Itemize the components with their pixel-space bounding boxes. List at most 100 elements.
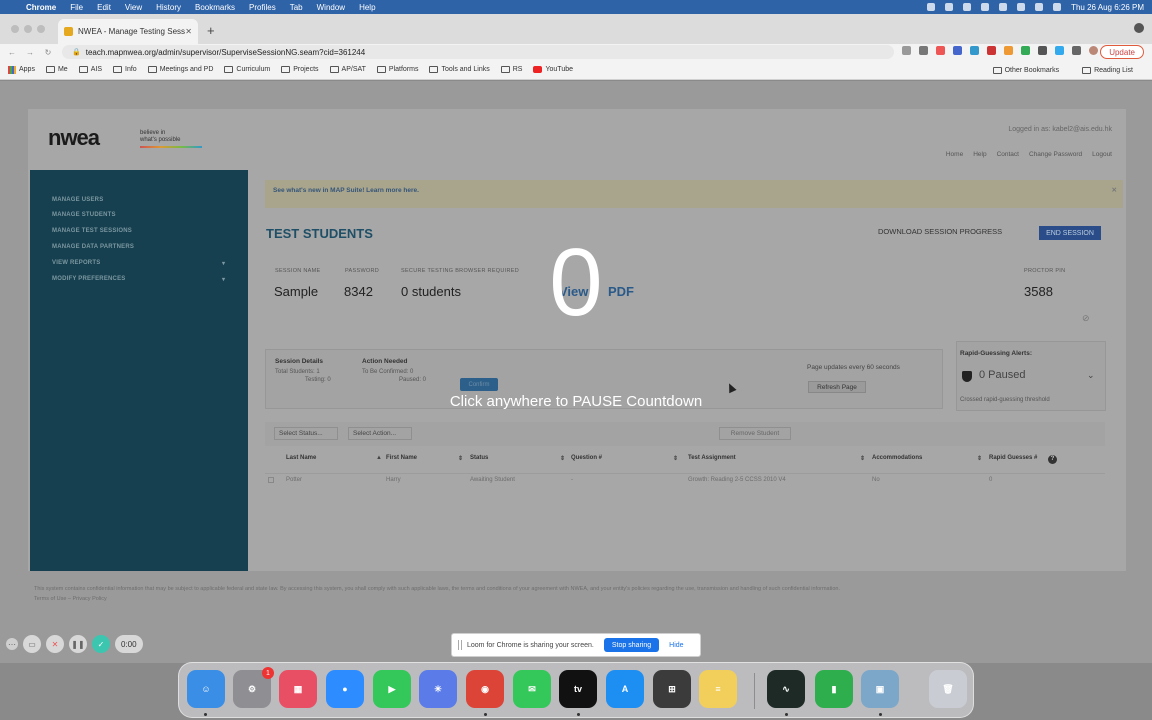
link-help[interactable]: Help <box>973 151 986 158</box>
col-accommodations[interactable]: Accommodations <box>872 455 922 461</box>
status-app-icon[interactable] <box>945 3 954 11</box>
reload-icon[interactable]: ↻ <box>42 48 54 57</box>
link-home[interactable]: Home <box>946 151 963 158</box>
menu-app-name[interactable]: Chrome <box>26 3 56 12</box>
minimize-window-button[interactable] <box>24 25 32 33</box>
activity-monitor-icon[interactable]: ∿ <box>767 670 805 708</box>
sidebar-item-manage-students[interactable]: MANAGE STUDENTS <box>52 212 116 218</box>
facetime-icon[interactable]: ▶ <box>373 670 411 708</box>
menu-file[interactable]: File <box>70 3 83 12</box>
bookmark-star-icon[interactable] <box>919 46 928 55</box>
status-app-icon[interactable] <box>963 3 972 11</box>
confirm-button[interactable]: Confirm <box>460 378 498 391</box>
profile-menu-icon[interactable] <box>1134 23 1144 33</box>
numbers-icon[interactable]: ▮ <box>815 670 853 708</box>
sort-up-icon[interactable]: ▲ <box>376 455 382 461</box>
bookmark-reading-list[interactable]: Reading List <box>1082 66 1133 74</box>
status-app-icon[interactable] <box>927 3 936 11</box>
menu-view[interactable]: View <box>125 3 142 12</box>
sort-icon[interactable]: ⇕ <box>673 455 678 462</box>
stop-sharing-button[interactable]: Stop sharing <box>603 638 660 652</box>
perplexity-icon[interactable]: ✳ <box>419 670 457 708</box>
app-store-icon[interactable]: A <box>606 670 644 708</box>
forward-icon[interactable]: → <box>24 48 36 57</box>
user-icon[interactable] <box>1017 3 1026 11</box>
puzzle-icon[interactable] <box>1072 46 1081 55</box>
chevron-down-icon[interactable]: ⌄ <box>1087 370 1095 381</box>
sort-icon[interactable]: ⇕ <box>560 455 565 462</box>
notes-icon[interactable]: ≡ <box>699 670 737 708</box>
select-action-dropdown[interactable]: Select Action... <box>348 427 412 440</box>
chrome-icon[interactable]: ◉ <box>466 670 504 708</box>
whats-new-banner[interactable]: See what's new in MAP Suite! Learn more … <box>265 180 1123 208</box>
browser-tab-active[interactable]: NWEA - Manage Testing Sessi ✕ <box>58 19 198 44</box>
col-first-name[interactable]: First Name <box>386 455 417 461</box>
col-status[interactable]: Status <box>470 455 488 461</box>
extension-icon[interactable] <box>1055 46 1064 55</box>
messages-icon[interactable]: ✉ <box>513 670 551 708</box>
menu-help[interactable]: Help <box>359 3 375 12</box>
bookmark-folder[interactable]: AP/SAT <box>329 66 366 73</box>
extension-icon[interactable] <box>1038 46 1047 55</box>
bookmark-folder[interactable]: AIS <box>78 66 102 73</box>
system-preferences-icon[interactable]: ⚙ 1 <box>233 667 274 708</box>
extension-icon[interactable] <box>987 46 996 55</box>
camera-icon[interactable]: ▭ <box>23 635 41 653</box>
sort-icon[interactable]: ⇕ <box>860 455 865 462</box>
bookmark-other[interactable]: Other Bookmarks <box>992 66 1059 74</box>
menu-profiles[interactable]: Profiles <box>249 3 276 12</box>
trash-icon[interactable]: 🗑 <box>929 670 967 708</box>
row-checkbox[interactable] <box>268 477 274 483</box>
help-icon[interactable]: ? <box>1048 455 1057 464</box>
preview-icon[interactable]: ▣ <box>861 670 899 708</box>
bookmark-folder[interactable]: Meetings and PD <box>147 66 213 73</box>
avatar[interactable] <box>1089 46 1098 55</box>
new-tab-icon[interactable]: + <box>207 23 215 38</box>
close-icon[interactable]: ✕ <box>1112 186 1117 194</box>
extension-icon[interactable] <box>1004 46 1013 55</box>
update-button[interactable]: Update <box>1100 45 1144 59</box>
refresh-page-button[interactable]: Refresh Page <box>808 381 866 393</box>
bookmark-apps[interactable]: Apps <box>8 65 35 74</box>
bookmark-youtube[interactable]: YouTube <box>533 66 573 73</box>
search-icon[interactable] <box>1035 3 1044 11</box>
extension-icon[interactable] <box>1021 46 1030 55</box>
bookmark-folder[interactable]: Tools and Links <box>429 66 490 73</box>
apple-tv-icon[interactable]: tv <box>559 670 597 708</box>
extension-icon[interactable] <box>970 46 979 55</box>
menu-bookmarks[interactable]: Bookmarks <box>195 3 235 12</box>
menu-tab[interactable]: Tab <box>290 3 303 12</box>
bookmark-folder[interactable]: Info <box>113 66 137 73</box>
menu-edit[interactable]: Edit <box>97 3 111 12</box>
link-logout[interactable]: Logout <box>1092 151 1112 158</box>
countdown-number[interactable]: 0 <box>0 233 1152 333</box>
pause-icon[interactable]: ❚❚ <box>69 635 87 653</box>
select-status-dropdown[interactable]: Select Status... <box>274 427 338 440</box>
col-last-name[interactable]: Last Name <box>286 455 316 461</box>
control-center-icon[interactable] <box>1053 3 1062 11</box>
menubar-clock[interactable]: Thu 26 Aug 6:26 PM <box>1071 3 1144 12</box>
sidebar-item-manage-users[interactable]: MANAGE USERS <box>52 197 103 203</box>
extension-icon[interactable] <box>953 46 962 55</box>
remove-student-button[interactable]: Remove Student <box>719 427 791 440</box>
nwea-logo[interactable]: nwea <box>48 125 100 151</box>
table-row[interactable]: Potter Harry Awaiting Student - Growth: … <box>265 473 1105 485</box>
lock-icon[interactable]: 🔒 <box>72 48 81 56</box>
wifi-icon[interactable] <box>999 3 1008 11</box>
close-tab-icon[interactable]: ✕ <box>185 27 192 36</box>
link-contact[interactable]: Contact <box>997 151 1019 158</box>
bookmark-folder[interactable]: Platforms <box>376 66 418 73</box>
extension-icon[interactable] <box>936 46 945 55</box>
footer-links[interactable]: Terms of Use – Privacy Policy <box>34 594 1034 604</box>
mic-icon[interactable] <box>902 46 911 55</box>
bookmark-folder[interactable]: Projects <box>281 66 319 73</box>
bluetooth-icon[interactable] <box>981 3 990 11</box>
finish-check-icon[interactable]: ✓ <box>92 635 110 653</box>
menu-window[interactable]: Window <box>317 3 345 12</box>
sort-icon[interactable]: ⇕ <box>977 455 982 462</box>
more-options-icon[interactable]: ⋯ <box>6 638 18 650</box>
col-rapid-guesses[interactable]: Rapid Guesses # <box>989 455 1037 461</box>
menu-history[interactable]: History <box>156 3 181 12</box>
bookmark-folder[interactable]: Curriculum <box>224 66 270 73</box>
hide-link[interactable]: Hide <box>669 642 683 649</box>
